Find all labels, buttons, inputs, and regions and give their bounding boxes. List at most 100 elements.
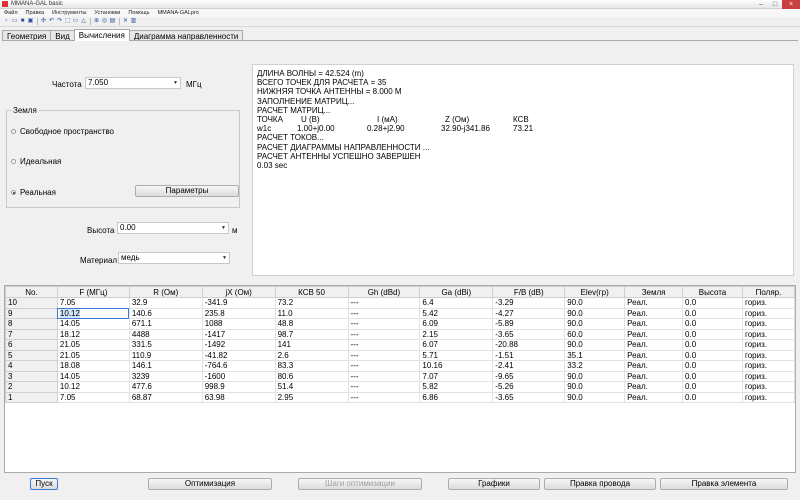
grid-cell[interactable]: -341.9 <box>202 297 276 309</box>
grid-cell[interactable]: 90.0 <box>564 308 626 319</box>
grid-cell[interactable]: 331.5 <box>129 339 203 351</box>
grid-cell[interactable]: Реал. <box>624 339 684 351</box>
grid-cell[interactable]: 90.0 <box>564 371 626 382</box>
table-row[interactable]: 2 10.12 477.6 998.9 51.4 --- 5.82 -5.26 90.0 Реал… <box>5 381 795 393</box>
zoom-icon[interactable]: ⊕ <box>93 18 100 25</box>
grid-cell[interactable]: -3.65 <box>492 392 566 403</box>
grid-cell[interactable]: -1492 <box>202 339 276 351</box>
grid-cell[interactable]: 0.0 <box>682 329 743 340</box>
grid-cell[interactable]: --- <box>348 350 421 361</box>
chevron-down-icon[interactable]: ▼ <box>173 78 178 88</box>
row-number[interactable]: 3 <box>5 370 58 382</box>
rect-icon[interactable]: ▭ <box>72 18 79 25</box>
tools-icon[interactable]: ✕ <box>122 18 129 25</box>
grid-cell[interactable]: Реал. <box>624 360 684 372</box>
grid-cell[interactable]: Реал. <box>624 308 684 319</box>
grid-column-header[interactable]: Поляр. <box>741 286 795 298</box>
grid-cell[interactable]: гориз. <box>742 308 795 319</box>
open-icon[interactable]: ▭ <box>11 18 18 25</box>
grid-cell[interactable]: -9.65 <box>492 371 566 382</box>
grid-cell[interactable]: 0.0 <box>682 318 743 330</box>
grid-cell[interactable]: Реал. <box>624 381 684 393</box>
grid-column-header[interactable]: Высота <box>682 286 743 298</box>
results-grid[interactable]: No. F (МГц) R (Ом) jX (Ом) КСВ 50 Gh (dBd) Ga … <box>4 285 796 473</box>
row-number[interactable]: 10 <box>5 297 58 309</box>
grid-cell[interactable]: 90.0 <box>564 392 626 403</box>
grid-cell[interactable]: -20.88 <box>492 339 566 351</box>
grid-cell[interactable]: -3.29 <box>492 297 566 309</box>
row-number[interactable]: 9 <box>5 307 58 319</box>
minimize-icon[interactable]: – <box>754 0 768 9</box>
height-combo[interactable]: 0.00 ▼ <box>117 222 229 234</box>
menu-help[interactable]: Помощь <box>124 10 153 16</box>
grid-cell[interactable]: 0.0 <box>682 339 743 351</box>
grid-cell[interactable]: --- <box>348 381 421 393</box>
grid-cell[interactable]: -1600 <box>202 371 276 382</box>
grid-cell[interactable]: 6.07 <box>419 339 494 351</box>
grid-cell[interactable]: -5.89 <box>492 318 566 330</box>
grid-cell[interactable]: -5.26 <box>492 381 566 393</box>
grid-cell[interactable]: --- <box>348 371 421 382</box>
chevron-down-icon[interactable]: ▼ <box>222 253 227 263</box>
grid-cell[interactable]: 32.9 <box>129 297 203 309</box>
grid-cell[interactable]: 21.05 <box>57 350 130 361</box>
grid-cell[interactable]: гориз. <box>742 318 795 330</box>
grid-cell[interactable]: --- <box>348 392 421 403</box>
grid-cell[interactable]: гориз. <box>742 329 795 340</box>
arrows-icon[interactable]: ✣ <box>40 18 47 25</box>
grid-cell[interactable]: 141 <box>275 339 349 351</box>
ground-params-button[interactable]: Параметры <box>135 185 239 197</box>
grid-cell[interactable]: гориз. <box>742 360 795 372</box>
menu-pro[interactable]: MMANA-GALpro <box>154 10 203 16</box>
grid-cell[interactable]: --- <box>348 297 421 309</box>
grid-cell[interactable]: 6.86 <box>419 392 494 403</box>
row-number[interactable]: 4 <box>5 360 58 372</box>
grid-column-header[interactable]: F (МГц) <box>56 286 130 298</box>
grid-cell[interactable]: 7.05 <box>57 392 130 403</box>
grid-cell[interactable]: 5.42 <box>419 308 494 319</box>
table-row[interactable]: 1 7.05 68.87 63.98 2.95 --- 6.86 -3.65 90.0 Реал.… <box>5 391 795 403</box>
grid-cell[interactable]: 3239 <box>129 371 203 382</box>
grid-cell[interactable]: 2.6 <box>275 350 349 361</box>
grid-cell[interactable]: гориз. <box>742 381 795 393</box>
paste-icon[interactable]: ▤ <box>109 18 116 25</box>
grid-cell[interactable]: --- <box>348 318 421 330</box>
grid-cell[interactable]: 0.0 <box>682 350 743 361</box>
grid-cell[interactable]: 63.98 <box>202 392 276 403</box>
grid-cell[interactable]: 0.0 <box>682 308 743 319</box>
edit-element-button[interactable]: Правка элемента <box>660 478 788 490</box>
table-row[interactable]: 7 18.12 4488 -1417 98.7 --- 2.15 -3.65 60.0 Реал.… <box>5 328 795 340</box>
grid-cell[interactable]: -1417 <box>202 329 276 340</box>
menu-edit[interactable]: Правка <box>22 10 49 16</box>
maximize-icon[interactable]: □ <box>768 0 782 9</box>
grid-cell[interactable]: -41.82 <box>202 350 276 361</box>
grid-cell[interactable]: 7.07 <box>419 371 494 382</box>
grid-cell[interactable]: --- <box>348 360 421 372</box>
grid-cell[interactable]: 5.71 <box>419 350 494 361</box>
grid-cell[interactable]: 140.6 <box>129 308 203 319</box>
grid-cell[interactable]: 80.6 <box>275 371 349 382</box>
grid-cell[interactable]: гориз. <box>742 339 795 351</box>
grid-cell[interactable]: 10.12 <box>57 381 130 393</box>
start-button[interactable]: Пуск <box>30 478 58 490</box>
target-icon[interactable]: ◎ <box>101 18 108 25</box>
table-row[interactable]: 6 21.05 331.5 -1492 141 --- 6.07 -20.88 90.0 Реал… <box>5 339 795 351</box>
grid-cell[interactable]: Реал. <box>624 350 684 361</box>
grid-cell[interactable]: -2.41 <box>492 360 566 372</box>
table-row[interactable]: 5 21.05 110.9 -41.82 2.6 --- 5.71 -1.51 35.1 Реал… <box>5 349 795 361</box>
grid-cell[interactable]: гориз. <box>742 350 795 361</box>
grid-cell[interactable]: 51.4 <box>275 381 349 393</box>
grid-cell[interactable]: Реал. <box>624 329 684 340</box>
grid-cell[interactable]: 90.0 <box>564 297 626 309</box>
row-number[interactable]: 1 <box>5 391 58 403</box>
optimize-button[interactable]: Оптимизация <box>148 478 272 490</box>
row-number[interactable]: 6 <box>5 339 58 351</box>
grid-cell[interactable]: 235.8 <box>202 308 276 319</box>
undo-icon[interactable]: ↶ <box>48 18 55 25</box>
grid-cell[interactable]: --- <box>348 339 421 351</box>
grid-cell[interactable]: 14.05 <box>57 371 130 382</box>
grid-cell[interactable]: Реал. <box>624 371 684 382</box>
menu-tools[interactable]: Инструменты <box>48 10 90 16</box>
material-combo[interactable]: медь ▼ <box>118 252 230 264</box>
grid-column-header[interactable]: КСВ 50 <box>274 286 349 298</box>
